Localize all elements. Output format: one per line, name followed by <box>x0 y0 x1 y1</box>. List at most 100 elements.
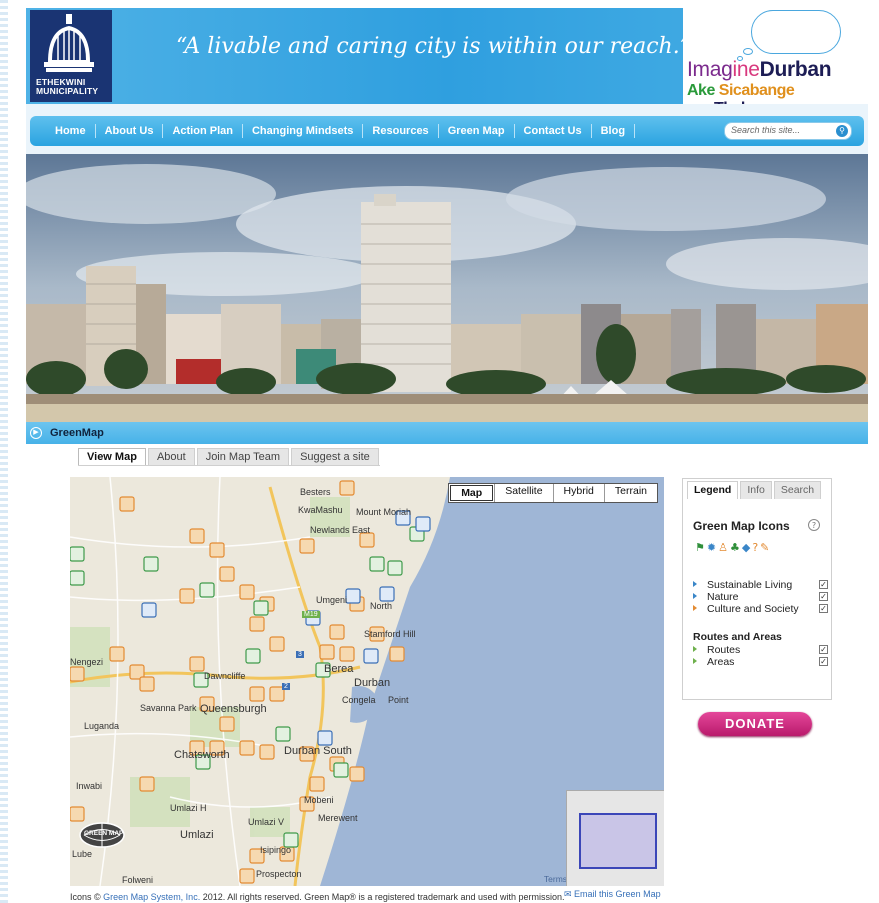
site-header: ETHEKWINI MUNICIPALITY “A livable and ca… <box>26 8 868 117</box>
municipality-logo[interactable]: ETHEKWINI MUNICIPALITY <box>30 10 112 102</box>
email-this-map-link[interactable]: ✉ Email this Green Map <box>564 889 661 900</box>
municipality-name: ETHEKWINI MUNICIPALITY <box>30 78 112 96</box>
tab-join-map-team[interactable]: Join Map Team <box>196 448 290 466</box>
nav-home[interactable]: Home <box>46 124 96 138</box>
overview-viewport[interactable] <box>579 813 657 869</box>
sun-icon: ✹ <box>706 541 717 554</box>
cloud-bubble-icon <box>743 48 753 55</box>
expand-triangle-icon[interactable] <box>693 593 697 599</box>
map-type-map-button[interactable]: Map <box>450 485 494 501</box>
bike-icon: ⚑ <box>695 541 705 554</box>
map-route-badge: 2 <box>282 683 290 690</box>
map-route-badge: 3 <box>296 651 304 658</box>
legend-checkbox[interactable]: ✓ <box>819 592 828 601</box>
map-type-terrain-button[interactable]: Terrain <box>603 484 657 502</box>
map-label: Chatsworth <box>174 749 230 761</box>
green-map-icon-strip: ⚑ ✹ ♙ ♣ ◆ ? ✎ <box>695 541 769 554</box>
tagline: “A livable and caring city is within our… <box>176 34 691 59</box>
legend-areas-label: Areas <box>707 656 735 668</box>
municipality-line2: MUNICIPALITY <box>36 86 99 96</box>
help-icon[interactable]: ? <box>808 519 820 531</box>
routes-and-areas-title: Routes and Areas <box>693 631 782 643</box>
tab-legend[interactable]: Legend <box>687 481 739 499</box>
nav-about-us[interactable]: About Us <box>96 124 164 138</box>
page: ETHEKWINI MUNICIPALITY “A livable and ca… <box>26 0 868 903</box>
copyright-prefix: Icons © <box>70 892 104 902</box>
map-type-satellite-button[interactable]: Satellite <box>494 484 553 502</box>
map-label: Prospecton <box>256 869 302 879</box>
brand-part1: Imag <box>687 58 733 81</box>
legend-checkbox[interactable]: ✓ <box>819 645 828 654</box>
legend-tabs: Legend Info Search <box>687 481 823 499</box>
nav-action-plan[interactable]: Action Plan <box>163 124 243 138</box>
map-type-hybrid-button[interactable]: Hybrid <box>552 484 604 502</box>
legend-areas[interactable]: Areas ✓ <box>693 656 828 668</box>
tab-search[interactable]: Search <box>773 481 822 499</box>
legend-title: Green Map Icons <box>693 519 790 533</box>
expand-circle-icon[interactable]: ▶ <box>30 427 42 439</box>
legend-category-culture-and-society[interactable]: Culture and Society ✓ <box>693 603 828 615</box>
green-map-badge-text: GREEN MAP <box>84 830 124 837</box>
nav-wrapper: Home About Us Action Plan Changing Minds… <box>26 104 868 154</box>
map-label: Umlazi <box>180 829 214 841</box>
expand-triangle-icon[interactable] <box>693 658 697 664</box>
search-icon[interactable]: ⚲ <box>836 125 848 137</box>
email-link-text: Email this Green Map <box>574 889 661 899</box>
donate-button[interactable]: DONATE <box>698 712 812 736</box>
tab-info[interactable]: Info <box>740 481 772 499</box>
cloud-icon <box>751 10 841 54</box>
legend-category-label: Culture and Society <box>707 603 799 615</box>
expand-triangle-icon[interactable] <box>693 605 697 611</box>
green-map-canvas[interactable]: Besters KwaMashu Mount Moriah Newlands E… <box>70 477 664 886</box>
map-label: Durban South <box>284 745 352 757</box>
brand2-part2: Sicabange <box>718 82 795 99</box>
map-label: KwaMashu <box>298 505 343 515</box>
map-label: Umgeni <box>316 595 348 605</box>
legend-category-sustainable-living[interactable]: Sustainable Living ✓ <box>693 579 828 591</box>
legend-category-label: Sustainable Living <box>707 579 793 591</box>
map-label: Umlazi H <box>170 803 207 813</box>
person-icon: ♙ <box>718 541 728 554</box>
expand-triangle-icon[interactable] <box>693 581 697 587</box>
map-label: Newlands East <box>310 525 371 535</box>
map-overview[interactable] <box>566 790 664 886</box>
map-label: Mount Moriah <box>356 507 412 517</box>
tab-about[interactable]: About <box>147 448 195 466</box>
map-label: Queensburgh <box>200 703 267 715</box>
legend-checkbox[interactable]: ✓ <box>819 580 828 589</box>
nav-green-map[interactable]: Green Map <box>439 124 515 138</box>
tab-view-map[interactable]: View Map <box>78 448 146 466</box>
city-skyline-banner <box>26 154 868 422</box>
greenmap-section-header[interactable]: ▶ GreenMap <box>26 422 868 444</box>
nav-changing-mindsets[interactable]: Changing Mindsets <box>243 124 364 138</box>
search-input[interactable]: Search this site... ⚲ <box>724 122 852 140</box>
map-label: Inwabi <box>76 781 103 791</box>
map-label: Congela <box>342 695 376 705</box>
imagine-durban-logo[interactable]: ImagineDurban Ake Sicabange ngeTheku <box>683 8 868 117</box>
map-label: Mobeni <box>304 795 334 805</box>
skyline-image <box>26 154 868 422</box>
legend-checkbox[interactable]: ✓ <box>819 657 828 666</box>
legend-routes[interactable]: Routes ✓ <box>693 644 828 656</box>
nav-contact-us[interactable]: Contact Us <box>515 124 592 138</box>
tree-icon: ♣ <box>729 541 740 554</box>
tab-suggest-a-site[interactable]: Suggest a site <box>291 448 379 466</box>
green-map-globe-badge[interactable]: GREEN MAP <box>76 820 128 850</box>
copyright-suffix: 2012. All rights reserved. Green Map® is… <box>200 892 565 902</box>
green-map-system-link[interactable]: Green Map System, Inc. <box>103 892 200 902</box>
brand-part3: Durban <box>759 58 832 81</box>
map-label: Dawncliffe <box>204 671 246 681</box>
map-label: Point <box>388 695 409 705</box>
brand2-part1: Ake <box>687 82 719 99</box>
map-label: Merewent <box>318 813 358 823</box>
city-hall-dome-icon <box>44 14 94 72</box>
legend-category-nature[interactable]: Nature ✓ <box>693 591 828 603</box>
map-label: Luganda <box>84 721 120 731</box>
expand-triangle-icon[interactable] <box>693 646 697 652</box>
nav-resources[interactable]: Resources <box>363 124 439 138</box>
legend-routes-label: Routes <box>707 644 741 656</box>
map-label: Nengezi <box>70 657 104 667</box>
legend-checkbox[interactable]: ✓ <box>819 604 828 613</box>
left-decorative-border <box>0 0 8 903</box>
nav-blog[interactable]: Blog <box>592 124 636 138</box>
